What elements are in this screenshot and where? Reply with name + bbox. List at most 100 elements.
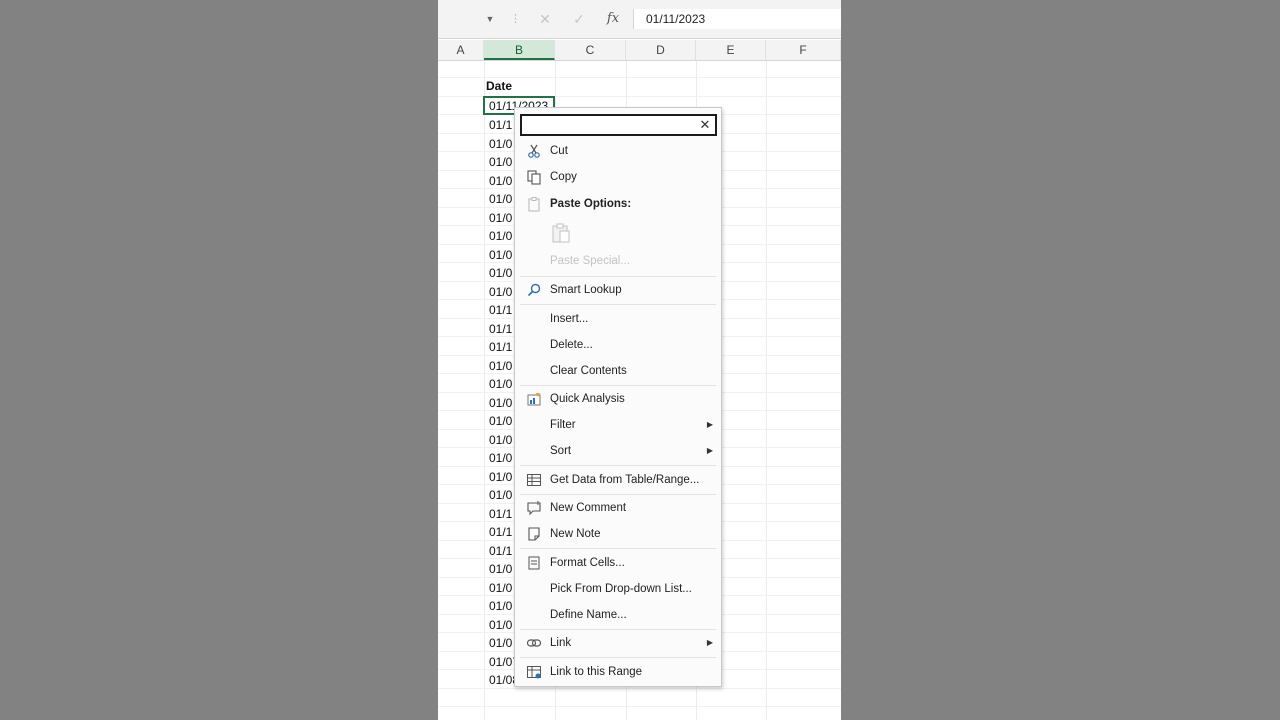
check-icon[interactable]: ✓ — [570, 10, 588, 28]
date-cell[interactable]: 01/1 — [489, 505, 512, 524]
grid-line — [766, 61, 767, 720]
date-cell[interactable]: 01/1 — [489, 116, 512, 135]
menu-label: Clear Contents — [550, 365, 627, 377]
date-cell[interactable]: 01/0 — [489, 449, 512, 468]
grid-line — [484, 61, 485, 720]
date-cell[interactable]: 01/0 — [489, 283, 512, 302]
menu-item-insert[interactable]: Insert... — [515, 307, 721, 331]
menu-label: Smart Lookup — [550, 284, 622, 296]
note-icon — [528, 527, 540, 541]
menu-item-link[interactable]: Link ▶ — [515, 631, 721, 655]
menu-separator — [520, 657, 716, 658]
date-cell[interactable]: 01/0 — [489, 135, 512, 154]
chevron-right-icon: ▶ — [706, 638, 713, 647]
menu-label: Filter — [550, 419, 576, 431]
menu-label: Get Data from Table/Range... — [550, 474, 700, 486]
formula-bar-grip: ⋮ — [510, 13, 521, 25]
column-header-f[interactable]: F — [766, 40, 841, 60]
menu-item-paste-options: Paste Options: — [515, 192, 721, 216]
menu-item-copy[interactable]: Copy — [515, 165, 721, 189]
menu-label: Cut — [550, 145, 568, 157]
menu-item-link-range[interactable]: Link to this Range — [515, 660, 721, 684]
context-menu: ✕ Cut Copy Paste Options: Paste Special.… — [514, 107, 722, 687]
menu-separator — [520, 629, 716, 630]
menu-separator — [520, 385, 716, 386]
menu-item-sort[interactable]: Sort ▶ — [515, 439, 721, 463]
date-cell[interactable]: 01/0 — [489, 486, 512, 505]
date-header-cell[interactable]: Date — [486, 79, 512, 93]
column-header-a[interactable]: A — [438, 40, 484, 60]
menu-search-input[interactable] — [526, 117, 686, 133]
name-box-dropdown-icon[interactable]: ▼ — [484, 11, 496, 27]
menu-item-pick-dropdown[interactable]: Pick From Drop-down List... — [515, 577, 721, 601]
cancel-icon[interactable]: ✕ — [536, 10, 554, 28]
date-cell[interactable]: 01/1 — [489, 338, 512, 357]
menu-search-box[interactable]: ✕ — [520, 114, 717, 136]
menu-label: Pick From Drop-down List... — [550, 583, 692, 595]
format-cells-icon — [528, 556, 540, 570]
date-cell[interactable]: 01/0 — [489, 597, 512, 616]
column-header-c[interactable]: C — [555, 40, 626, 60]
date-cell[interactable]: 01/0 — [489, 431, 512, 450]
date-cell[interactable]: 01/1 — [489, 523, 512, 542]
date-cell[interactable]: 01/0 — [489, 412, 512, 431]
menu-label: Sort — [550, 445, 572, 457]
date-cell[interactable]: 01/0 — [489, 264, 512, 283]
menu-item-delete[interactable]: Delete... — [515, 333, 721, 357]
close-icon[interactable]: ✕ — [698, 116, 712, 134]
column-header-d[interactable]: D — [626, 40, 696, 60]
date-cell[interactable]: 01/0 — [489, 190, 512, 209]
date-cell[interactable]: 01/1 — [489, 542, 512, 561]
date-cell[interactable]: 01/0 — [489, 468, 512, 487]
menu-separator — [520, 276, 716, 277]
menu-item-cut[interactable]: Cut — [515, 139, 721, 163]
menu-label: Paste Options: — [550, 198, 632, 210]
menu-label: Format Cells... — [550, 557, 625, 569]
date-cell[interactable]: 01/0 — [489, 375, 512, 394]
date-cell[interactable]: 01/0 — [489, 357, 512, 376]
search-icon — [527, 283, 541, 297]
date-cell[interactable]: 01/1 — [489, 301, 512, 320]
paste-icon[interactable] — [551, 222, 571, 244]
menu-item-get-data[interactable]: Get Data from Table/Range... — [515, 468, 721, 492]
menu-label: New Comment — [550, 502, 627, 514]
menu-label: Define Name... — [550, 609, 627, 621]
menu-item-format-cells[interactable]: Format Cells... — [515, 551, 721, 575]
date-cell[interactable]: 01/0 — [489, 227, 512, 246]
menu-label: New Note — [550, 528, 601, 540]
date-cell[interactable]: 01/0 — [489, 560, 512, 579]
formula-input[interactable]: 01/11/2023 — [633, 9, 841, 29]
menu-item-quick-analysis[interactable]: Quick Analysis — [515, 387, 721, 411]
date-cell[interactable]: 01/0 — [489, 579, 512, 598]
menu-item-define-name[interactable]: Define Name... — [515, 603, 721, 627]
menu-label: Quick Analysis — [550, 393, 625, 405]
date-cell[interactable]: 01/0 — [489, 153, 512, 172]
date-cell[interactable]: 01/0 — [489, 209, 512, 228]
date-cell[interactable]: 01/0 — [489, 634, 512, 653]
date-cell[interactable]: 01/0 — [489, 246, 512, 265]
column-header-b[interactable]: B — [484, 40, 555, 60]
menu-separator — [520, 494, 716, 495]
menu-item-new-note[interactable]: New Note — [515, 522, 721, 546]
quick-analysis-icon — [527, 393, 541, 406]
chevron-right-icon: ▶ — [706, 420, 713, 429]
menu-label: Copy — [550, 171, 577, 183]
clipboard-icon — [528, 197, 540, 212]
menu-item-smart-lookup[interactable]: Smart Lookup — [515, 278, 721, 302]
grid-line — [438, 77, 841, 78]
menu-separator — [520, 548, 716, 549]
menu-label: Delete... — [550, 339, 593, 351]
menu-item-filter[interactable]: Filter ▶ — [515, 413, 721, 437]
column-header-e[interactable]: E — [696, 40, 766, 60]
menu-label: Link to this Range — [550, 666, 643, 678]
insert-function-icon[interactable]: fx — [604, 10, 622, 28]
link-range-icon — [527, 666, 541, 679]
date-cell[interactable]: 01/1 — [489, 320, 512, 339]
scissors-icon — [528, 144, 540, 158]
date-cell[interactable]: 01/0 — [489, 616, 512, 635]
menu-item-clear-contents[interactable]: Clear Contents — [515, 359, 721, 383]
date-cell[interactable]: 01/0 — [489, 172, 512, 191]
menu-item-paste-special: Paste Special... — [515, 249, 721, 273]
menu-item-new-comment[interactable]: New Comment — [515, 496, 721, 520]
date-cell[interactable]: 01/0 — [489, 394, 512, 413]
